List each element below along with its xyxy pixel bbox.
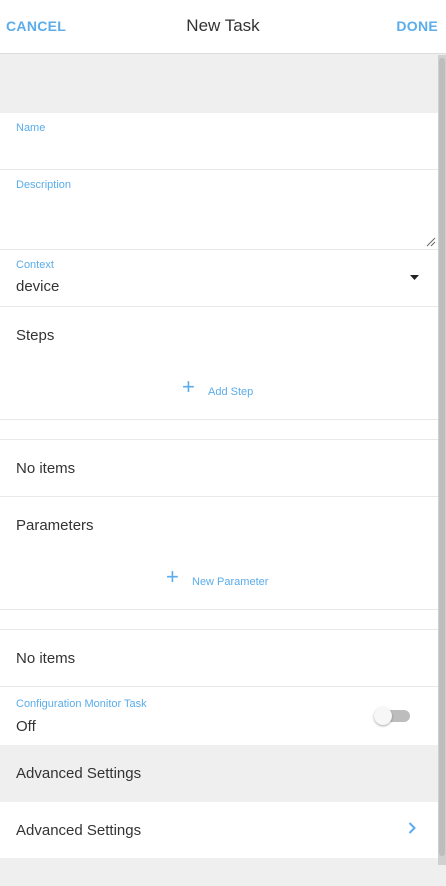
parameters-list: No items xyxy=(0,630,438,687)
config-monitor-toggle[interactable] xyxy=(374,706,412,726)
context-select[interactable]: Context device xyxy=(0,250,438,307)
steps-title: Steps xyxy=(16,327,55,344)
parameters-title: Parameters xyxy=(16,517,94,534)
parameters-spacer xyxy=(0,610,438,630)
name-label: Name xyxy=(16,122,46,134)
advanced-settings-header-text: Advanced Settings xyxy=(16,765,142,782)
new-parameter-label: New Parameter xyxy=(192,576,269,588)
task-form: Name Description Context device Steps + … xyxy=(0,54,438,858)
parameters-section: Parameters + New Parameter xyxy=(0,497,438,610)
page-title: New Task xyxy=(186,16,260,35)
steps-spacer xyxy=(0,420,438,440)
new-parameter-button[interactable]: + New Parameter xyxy=(166,564,286,591)
steps-list: No items xyxy=(0,440,438,497)
scrollbar-thumb[interactable] xyxy=(439,58,445,856)
chevron-right-icon xyxy=(408,822,416,834)
advanced-settings-item[interactable]: Advanced Settings xyxy=(0,802,438,858)
top-bar: CANCEL New Task DONE xyxy=(0,0,446,54)
advanced-settings-label: Advanced Settings xyxy=(16,822,142,839)
steps-empty-text: No items xyxy=(16,460,76,477)
plus-icon: + xyxy=(182,374,195,399)
description-label: Description xyxy=(16,179,72,191)
context-label: Context xyxy=(16,259,54,271)
top-spacer xyxy=(0,54,438,113)
context-value: device xyxy=(16,278,60,295)
description-field[interactable]: Description xyxy=(0,170,438,250)
config-monitor-value: Off xyxy=(16,718,36,735)
caret-down-icon[interactable] xyxy=(410,275,419,281)
advanced-settings-header: Advanced Settings xyxy=(0,745,438,802)
toggle-knob xyxy=(374,707,392,725)
add-step-button[interactable]: + Add Step xyxy=(182,374,272,401)
config-monitor-label: Configuration Monitor Task xyxy=(16,698,147,710)
add-step-label: Add Step xyxy=(208,386,254,398)
resize-handle-icon[interactable] xyxy=(426,237,436,247)
plus-icon: + xyxy=(166,564,179,589)
parameters-empty-text: No items xyxy=(16,650,76,667)
config-monitor-field: Configuration Monitor Task Off xyxy=(0,687,438,745)
name-field[interactable]: Name xyxy=(0,113,438,170)
done-button[interactable]: DONE xyxy=(396,18,438,34)
steps-section: Steps + Add Step xyxy=(0,307,438,420)
